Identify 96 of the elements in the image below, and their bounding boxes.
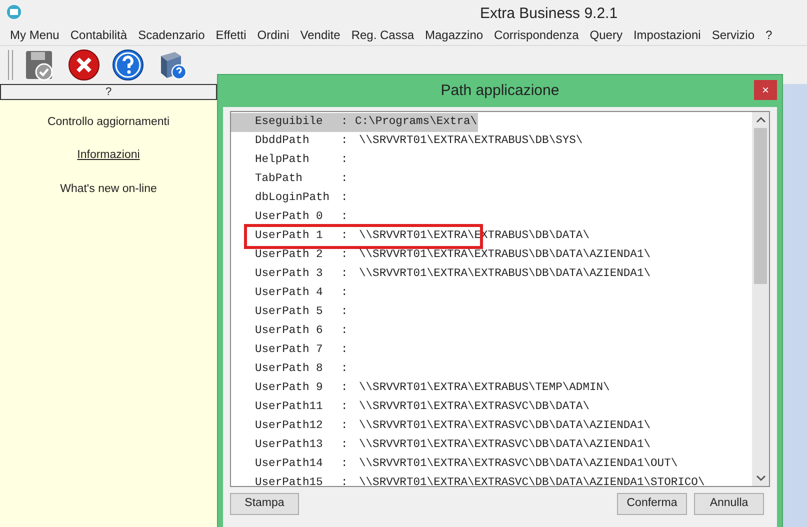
cancel-button[interactable]: Annulla (694, 493, 764, 515)
path-row[interactable]: UserPath 8 : (231, 360, 752, 379)
path-row[interactable]: UserPath 6 : (231, 322, 752, 341)
path-row[interactable]: Eseguibile : C:\Programs\Extra\ (231, 113, 478, 132)
separator: : (341, 457, 349, 472)
path-value: \\SRVVRT01\EXTRA\EXTRABUS\DB\SYS\ (359, 134, 583, 150)
panel-header: ? (0, 84, 217, 100)
path-label: DbddPath (255, 134, 310, 150)
path-value: \\SRVVRT01\EXTRA\EXTRABUS\DB\DATA\AZIENDA1\ (359, 248, 651, 264)
path-row[interactable]: UserPath 5 : (231, 303, 752, 322)
separator: : (341, 210, 349, 226)
path-row[interactable]: HelpPath : (231, 151, 752, 170)
separator: : (341, 381, 349, 396)
separator: : (341, 248, 349, 264)
path-row[interactable]: UserPath 2 : \\SRVVRT01\EXTRA\EXTRABUS\DB\DATA\AZIENDA1\ (231, 246, 752, 265)
path-label: UserPath13 (255, 438, 324, 454)
menu-item[interactable]: Ordini (257, 26, 290, 44)
path-value: \\SRVVRT01\EXTRA\EXTRABUS\DB\DATA\AZIENDA1\ (359, 266, 651, 282)
path-label: UserPath15 (255, 476, 324, 486)
panel-link[interactable]: What's new on-line (60, 180, 157, 198)
path-label: UserPath 1 (255, 228, 324, 244)
path-label: UserPath 4 (255, 286, 324, 302)
menu-item[interactable]: Effetti (216, 26, 246, 44)
path-row[interactable]: UserPath 0 : (231, 208, 752, 227)
path-label: dbLoginPath (255, 190, 331, 206)
path-value: \\SRVVRT01\EXTRA\EXTRASVC\DB\DATA\AZIENDA1\OUT\ (359, 456, 678, 472)
path-row[interactable]: UserPath15 : \\SRVVRT01\EXTRA\EXTRASVC\DB\DATA\AZIENDA1\STORICO\ (231, 474, 752, 486)
separator: : (341, 476, 349, 486)
path-value: \\SRVVRT01\EXTRA\EXTRASVC\DB\DATA\AZIENDA1\ (359, 438, 651, 454)
menu-item[interactable]: Impostazioni (633, 26, 701, 44)
separator: : (341, 362, 349, 378)
path-value: \\SRVVRT01\EXTRA\EXTRASVC\DB\DATA\AZIENDA1\ (359, 418, 651, 434)
path-row[interactable]: UserPath12 : \\SRVVRT01\EXTRA\EXTRASVC\DB\DATA\AZIENDA1\ (231, 417, 752, 436)
window-title: Extra Business 9.2.1 (480, 4, 618, 24)
path-label: UserPath 6 (255, 324, 324, 340)
separator: : (341, 343, 349, 358)
path-label: UserPath12 (255, 418, 324, 434)
separator: : (341, 286, 349, 302)
path-row[interactable]: UserPath 9 : \\SRVVRT01\EXTRA\EXTRABUS\TEMP\ADMIN\ (231, 379, 752, 398)
separator: : (341, 324, 349, 340)
menu-item[interactable]: Query (590, 26, 622, 44)
separator: : (341, 229, 349, 244)
path-label: UserPath 3 (255, 266, 324, 282)
path-row[interactable]: TabPath : (231, 170, 752, 189)
dialog-title: Path applicazione (440, 80, 560, 101)
path-value: \\SRVVRT01\EXTRA\EXTRABUS\TEMP\ADMIN\ (359, 380, 610, 396)
separator: : (341, 419, 349, 434)
path-row[interactable]: UserPath 3 : \\SRVVRT01\EXTRA\EXTRABUS\DB\DATA\AZIENDA1\ (231, 265, 752, 284)
path-value: C:\Programs\Extra\ (355, 114, 478, 130)
separator: : (341, 153, 349, 168)
menu-item[interactable]: My Menu (10, 26, 60, 44)
path-row[interactable]: dbLoginPath : (231, 189, 752, 208)
close-icon[interactable] (67, 48, 101, 82)
menu-item[interactable]: Vendite (300, 26, 340, 44)
print-button[interactable]: Stampa (230, 493, 299, 515)
menu-item[interactable]: Magazzino (425, 26, 484, 44)
app-icon (6, 4, 22, 20)
scrollbar[interactable] (752, 112, 769, 486)
path-value: \\SRVVRT01\EXTRA\EXTRASVC\DB\DATA\ (359, 400, 590, 416)
path-label: Eseguibile (255, 114, 324, 130)
path-label: TabPath (255, 172, 304, 188)
separator: : (341, 191, 349, 206)
confirm-button[interactable]: Conferma (617, 493, 687, 515)
path-row[interactable]: DbddPath : \\SRVVRT01\EXTRA\EXTRABUS\DB\SYS\ (231, 132, 752, 151)
menu-item[interactable]: Scadenzario (138, 26, 205, 44)
help-icon[interactable] (111, 48, 145, 82)
path-label: UserPath 9 (255, 380, 324, 396)
path-row[interactable]: UserPath 7 : (231, 341, 752, 360)
path-label: UserPath 8 (255, 362, 324, 378)
menu-item[interactable]: ? (766, 26, 772, 44)
path-label: UserPath 5 (255, 304, 324, 320)
path-row[interactable]: UserPath11 : \\SRVVRT01\EXTRA\EXTRASVC\DB\DATA\ (231, 398, 752, 417)
panel-link[interactable]: Controllo aggiornamenti (47, 114, 170, 132)
separator: : (341, 134, 349, 150)
separator: : (341, 115, 349, 130)
path-label: HelpPath (255, 152, 310, 168)
menu-item[interactable]: Corrispondenza (494, 26, 579, 44)
separator: : (341, 400, 349, 416)
path-label: UserPath 7 (255, 342, 324, 358)
separator: : (341, 172, 349, 188)
close-button[interactable]: × (754, 80, 777, 100)
menu-item[interactable]: Contabilità (70, 26, 128, 44)
separator: : (341, 267, 349, 282)
path-value: \\SRVVRT01\EXTRA\EXTRASVC\DB\DATA\AZIENDA1\STORICO\ (359, 476, 705, 486)
path-label: UserPath14 (255, 456, 324, 472)
path-label: UserPath 0 (255, 210, 324, 226)
menu-item[interactable]: Reg. Cassa (351, 26, 414, 44)
separator: : (341, 305, 349, 320)
path-row[interactable]: UserPath 4 : (231, 284, 752, 303)
panel-link[interactable]: Informazioni (77, 147, 140, 164)
path-label: UserPath11 (255, 400, 324, 416)
path-label: UserPath 2 (255, 248, 324, 264)
path-row[interactable]: UserPath13 : \\SRVVRT01\EXTRA\EXTRASVC\DB\DATA\AZIENDA1\ (231, 436, 752, 455)
menu-item[interactable]: Servizio (712, 26, 755, 44)
path-row[interactable]: UserPath14 : \\SRVVRT01\EXTRA\EXTRASVC\DB\DATA\AZIENDA1\OUT\ (231, 455, 752, 474)
separator: : (341, 438, 349, 454)
